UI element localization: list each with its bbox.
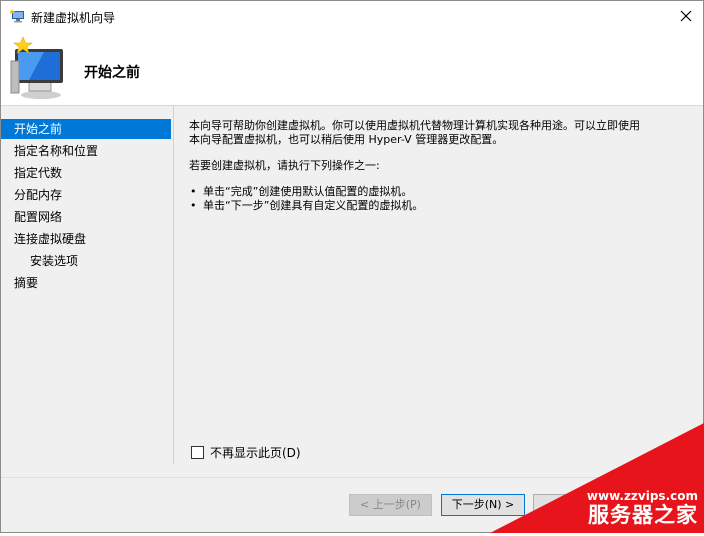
watermark: www.zzvips.com 服务器之家	[490, 423, 704, 533]
window-title: 新建虚拟机向导	[31, 11, 116, 25]
list-item: 单击“下一步”创建具有自定义配置的虚拟机。	[189, 199, 689, 213]
intro-line-2: 本向导配置虚拟机，也可以稍后使用 Hyper-V 管理器更改配置。	[189, 133, 504, 146]
step-networking[interactable]: 配置网络	[1, 207, 171, 227]
step-virtual-hard-disk[interactable]: 连接虚拟硬盘	[1, 229, 171, 249]
intro-line-1: 本向导可帮助你创建虚拟机。你可以使用虚拟机代替物理计算机实现各种用途。可以立即使…	[189, 119, 640, 132]
wizard-steps-sidebar: 开始之前 指定名称和位置 指定代数 分配内存 配置网络 连接虚拟硬盘 安装选项 …	[1, 106, 174, 464]
title-bar: 新建虚拟机向导	[1, 1, 703, 31]
step-name-and-location[interactable]: 指定名称和位置	[1, 141, 171, 161]
previous-button[interactable]: < 上一步(P)	[349, 494, 432, 516]
vm-wizard-icon	[9, 9, 26, 23]
instruction-paragraph: 若要创建虚拟机，请执行下列操作之一:	[189, 159, 380, 172]
step-memory[interactable]: 分配内存	[1, 185, 171, 205]
dont-show-again-checkbox[interactable]	[191, 446, 204, 459]
step-generation[interactable]: 指定代数	[1, 163, 171, 183]
watermark-name: 服务器之家	[588, 503, 698, 527]
close-button[interactable]	[669, 1, 703, 31]
wizard-header: 开始之前	[1, 31, 703, 106]
step-summary[interactable]: 摘要	[1, 273, 171, 293]
computer-star-icon	[9, 35, 69, 101]
dont-show-again-row[interactable]: 不再显示此页(D)	[191, 444, 301, 461]
wizard-content: 本向导可帮助你创建虚拟机。你可以使用虚拟机代替物理计算机实现各种用途。可以立即使…	[189, 119, 689, 213]
intro-paragraph: 本向导可帮助你创建虚拟机。你可以使用虚拟机代替物理计算机实现各种用途。可以立即使…	[189, 119, 689, 147]
step-before-you-begin[interactable]: 开始之前	[1, 119, 171, 139]
dont-show-again-label: 不再显示此页(D)	[210, 446, 301, 460]
close-icon	[680, 10, 692, 22]
page-title: 开始之前	[84, 65, 140, 81]
list-item: 单击“完成”创建使用默认值配置的虚拟机。	[189, 185, 689, 199]
step-install-options[interactable]: 安装选项	[1, 251, 171, 271]
option-list: 单击“完成”创建使用默认值配置的虚拟机。 单击“下一步”创建具有自定义配置的虚拟…	[189, 185, 689, 213]
